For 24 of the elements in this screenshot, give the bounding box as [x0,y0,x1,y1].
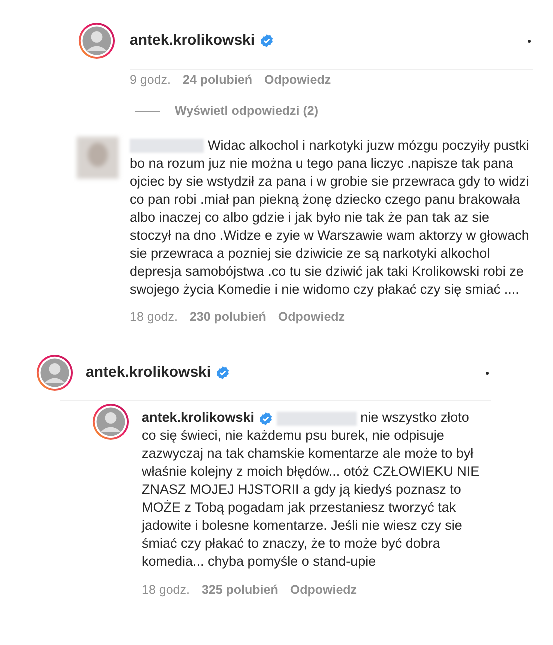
username[interactable]: antek.krolikowski [86,362,212,384]
comment-time: 18 godz. [142,582,190,600]
comment-time: 9 godz. [130,72,172,89]
more-options-icon[interactable] [486,372,489,375]
username[interactable]: antek.krolikowski [130,30,256,52]
verified-badge-icon [258,412,273,426]
comment-text: Widac alkochol i narkotyki juzw mózgu poczyiły pustki bo na rozum juz nie można u tego pana liczyc .napisze tak pana ojciec by sie wstydził za pana i w grobie sie przewraca gdy to widzi co pan robi .miał pan piekną żonę dziecko czego panu brakowała albo inaczej co albo gdzie i jak było nie tak że pan tak az sie stoczył na dno .Widze e zyie w Warszawie wam aktorzy w głowach sie przewraca a pozniej sie dziwicie ze są narkotyki alkochol depresja samobójstwa .co tu sie dziwić jak taki Krolikowski robi ze swojego życia Komedie i nie widomo czy płakać czy się smiać .... [130,136,530,298]
more-options-icon[interactable] [528,40,531,42]
likes-count[interactable]: 24 polubień [183,71,252,90]
avatar-icon[interactable] [92,403,130,442]
reply-link[interactable]: Odpowiedz [278,308,346,326]
reply-link[interactable]: Odpowiedz [290,581,358,600]
avatar-icon[interactable] [36,354,74,392]
avatar-icon[interactable] [78,22,116,60]
view-replies-link[interactable]: Wyświetl odpowiedzi (2) [175,102,319,120]
verified-badge-icon [260,34,274,48]
username[interactable]: antek.krolikowski [142,410,255,426]
reply-text: antek.krolikowski nie wszystko złoto co się świeci, nie każdemu psu burek, nie odpisuje zazwyczaj na tak chamskie komentarze ale może to był właśnie kolejny z moich błędów... otóż CZŁOWIEKU NIE ZNASZ MOJEJ HJSTORII a gdy ją kiedyś poznasz to MOŻE z Tobą pogadam jak przestaniesz tworzyć tak jadowite i bolesne komentarze. Jeśli nie wiesz czy sie śmiać czy płakać to znaczy, że to może być dobra komedia... chyba pomyśle o stand-upie [142,409,481,572]
likes-count[interactable]: 230 polubień [190,308,266,326]
comment-time: 18 godz. [130,308,178,326]
blurred-avatar-icon [77,136,119,178]
likes-count[interactable]: 325 polubień [202,581,278,600]
verified-badge-icon [216,366,230,380]
reply-link[interactable]: Odpowiedz [264,71,332,90]
